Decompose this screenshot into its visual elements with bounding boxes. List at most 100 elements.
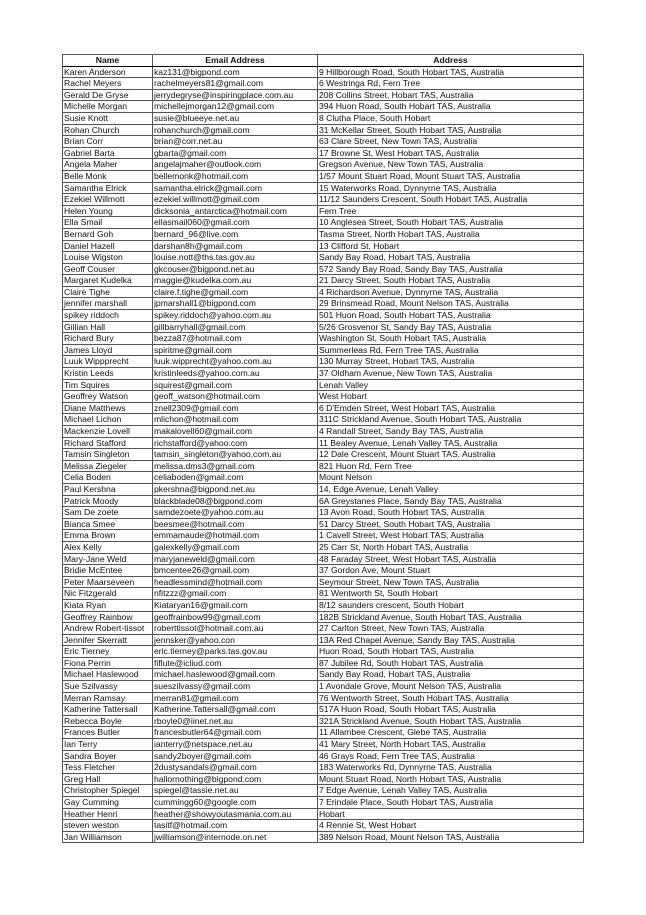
table-row: Bridie McEntee bmcentee26@gmail.com 37 Gor… [62, 564, 584, 577]
table-row: Rebecca Boyle rboyle0@iinet.net.au 321A St… [62, 714, 584, 728]
email-cell: jpmarshall1@bigpond.com [152, 297, 318, 311]
name-cell: Geoff Couser [62, 262, 153, 276]
email-cell: hallornothing@bigpond.com [152, 772, 318, 786]
email-cell: samantha.elrick@gmail.com [152, 181, 318, 195]
address-cell: 25 Carr St, North Hobart TAS, Australia [317, 540, 584, 554]
name-cell: Claire Tighe [62, 285, 153, 299]
email-cell: eric.tierney@parks.tas.gov.au [152, 645, 318, 658]
name-cell: Merran Ramsay [62, 691, 153, 705]
table-row: Michael Lichon mlichon@hotmail.com 311C St… [62, 413, 584, 426]
email-cell: kristinleeds@yahoo.com.au [152, 367, 318, 380]
table-row: Tamsin Singleton tamsin_singleton@yahoo.c… [62, 448, 584, 461]
table-row: Gay Cumming cummingg60@google.com 7 Erinda… [62, 796, 584, 809]
email-cell: squirest@gmail.com [152, 378, 318, 392]
email-cell: bellemonk@hotmail.com [152, 169, 318, 183]
email-cell: geoff_watson@hotmail.com [152, 390, 318, 403]
table-row: Alex Kelly galexkelly@gmail.com 25 Carr St… [62, 540, 584, 554]
email-cell: heather@showyoutasmania.com.au [152, 807, 318, 821]
email-cell: darshan8h@gmail.com [152, 239, 318, 253]
address-cell: 5/26 Grosvenor St, Sandy Bay TAS, Austra… [317, 320, 584, 334]
email-cell: Katherine.Tattersall@gmail.com [152, 703, 318, 716]
email-cell: susie@blueeye.net.au [152, 111, 318, 125]
name-cell: Brian Corr [62, 135, 153, 148]
name-cell: Kristin Leeds [62, 367, 153, 380]
table-row: Tim Squires squirest@gmail.com Lenah Valle… [62, 378, 584, 392]
address-cell: 11 Allambee Crescent, Glebe TAS, Austral… [317, 726, 584, 740]
column-header-email: Email Address [152, 54, 318, 67]
table-row: Geoff Couser gkcouser@bigpond.net.au 572 S… [62, 262, 584, 276]
address-cell: Tasma Street, North Hobart TAS, Australi… [317, 227, 584, 241]
address-cell: 27 Carlton Street, New Town TAS, Austral… [317, 622, 584, 635]
table-row: Angela Maher angelajmaher@outlook.com Greg… [62, 158, 584, 171]
table-row: Celia Boden celiaboden@gmail.com Mount Nel… [62, 471, 584, 484]
name-cell: spikey riddoch [62, 309, 153, 322]
table-row: Samantha Elrick samantha.elrick@gmail.com… [62, 181, 584, 195]
name-cell: Sue Szilvassy [62, 680, 153, 693]
table-row: James Lloyd spiritme@gmail.com Summerleas … [62, 343, 584, 357]
address-cell: 21 Darcy Street, South Hobart TAS, Austr… [317, 274, 584, 287]
address-cell: 63 Clare Street, New Town TAS, Australia [317, 135, 584, 148]
table-row: Diane Matthews znell2309@gmail.com 6 D'Emd… [62, 401, 584, 415]
name-cell: Rohan Church [62, 123, 153, 137]
table-row: Merran Ramsay merran81@gmail.com 76 Wentwo… [62, 691, 584, 705]
header-row: Name Email Address Address [62, 54, 584, 67]
address-cell: Hobart [317, 807, 584, 821]
address-cell: 87 Jubilee Rd, South Hobart TAS, Austral… [317, 656, 584, 670]
name-cell: Richard Bury [62, 332, 153, 345]
email-cell: francesbutler64@gmail.com [152, 726, 318, 740]
email-cell: emmamaude@hotmail.com [152, 529, 318, 542]
address-cell: 208 Collins Street, Hobart TAS, Australi… [317, 88, 584, 102]
name-cell: Louise Wigston [62, 251, 153, 264]
address-cell: 37 Oldham Avenue, New Town TAS, Australi… [317, 367, 584, 380]
address-cell: Summerleas Rd, Fern Tree TAS, Australia [317, 343, 584, 357]
email-cell: claire.f.tighe@gmail.com [152, 285, 318, 299]
email-cell: bezza87@hotmail.com [152, 332, 318, 345]
table-row: Jennifer Skerratt jennsker@yahoo.con 13A R… [62, 633, 584, 647]
table-row: Geoffrey Rainbow geoffrainbow99@gmail.com… [62, 610, 584, 624]
email-cell: michael.haslewood@gmail.com [152, 668, 318, 682]
column-header-address: Address [317, 54, 584, 67]
email-cell: fiflute@icliud.com [152, 656, 318, 670]
table-row: Gabriel Barta gbarta@gmail.com 17 Browne S… [62, 146, 584, 160]
table-row: Michael Haslewood michael.haslewood@gmail… [62, 668, 584, 682]
address-cell: 14, Edge Avenue, Lenah Valley [317, 482, 584, 496]
table-row: Ezekiel Willmott ezekiel.willmott@gmail.c… [62, 193, 584, 206]
address-cell: 8/12 saunders crescent, South Hobart [317, 598, 584, 612]
address-cell: Lenah Valley [317, 378, 584, 392]
table-row: Luuk Wippprecht luuk.wipprecht@yahoo.com.… [62, 355, 584, 369]
table-row: Bianca Smee beesmee@hotmail.com 51 Darcy S… [62, 517, 584, 531]
address-cell: Fern Tree [317, 204, 584, 218]
email-cell: Kiataryan16@gmail.com [152, 598, 318, 612]
name-cell: Tim Squires [62, 378, 153, 392]
table-row: Christopher Spiegel spiegel@tassie.net.au… [62, 784, 584, 797]
email-cell: spikey.riddoch@yahoo.com.au [152, 309, 318, 322]
table-row: Margaret Kudelka maggie@kudelka.com.au 21 … [62, 274, 584, 287]
email-cell: merran81@gmail.com [152, 691, 318, 705]
address-cell: 48 Faraday Street, West Hobart TAS, Aust… [317, 552, 584, 566]
name-cell: Jan Williamson [62, 830, 153, 844]
name-cell: Emma Brown [62, 529, 153, 542]
name-cell: Mackenzie Lovell [62, 425, 153, 438]
table-row: Emma Brown emmamaude@hotmail.com 1 Cavell … [62, 529, 584, 542]
address-cell: 31 McKellar Street, South Hobart TAS, Au… [317, 123, 584, 137]
name-cell: Diane Matthews [62, 401, 153, 415]
address-cell: Sandy Bay Road, Hobart TAS, Australia [317, 251, 584, 264]
table-row: Patrick Moody blackblade08@bigpond.com 6A … [62, 494, 584, 508]
email-cell: gillbarryhall@gmail.com [152, 320, 318, 334]
email-cell: richstafford@yahoo.com [152, 436, 318, 450]
table-row: Peter Maarseveen headlessmind@hotmail.com… [62, 575, 584, 589]
name-cell: Michelle Morgan [62, 100, 153, 113]
email-cell: znell2309@gmail.com [152, 401, 318, 415]
email-cell: brian@corr.net.au [152, 135, 318, 148]
name-cell: Geoffrey Watson [62, 390, 153, 403]
address-cell: 7 Erindale Place, South Hobart TAS, Aust… [317, 796, 584, 809]
table-row: Melissa Ziegeler melissa.dms3@gmail.com 82… [62, 459, 584, 473]
name-cell: Tamsin Singleton [62, 448, 153, 461]
address-cell: 1 Cavell Street, West Hobart TAS, Austra… [317, 529, 584, 542]
name-cell: Jennifer Skerratt [62, 633, 153, 647]
name-cell: Katherine Tattersall [62, 703, 153, 716]
table-row: Gerald De Gryse jerrydegryse@inspiringpla… [62, 88, 584, 102]
name-cell: Rachel Meyers [62, 77, 153, 90]
address-cell: Sandy Bay Road, Hobart TAS, Australia [317, 668, 584, 682]
table-row: Ella Smail ellasmail060@gmail.com 10 Angle… [62, 216, 584, 229]
